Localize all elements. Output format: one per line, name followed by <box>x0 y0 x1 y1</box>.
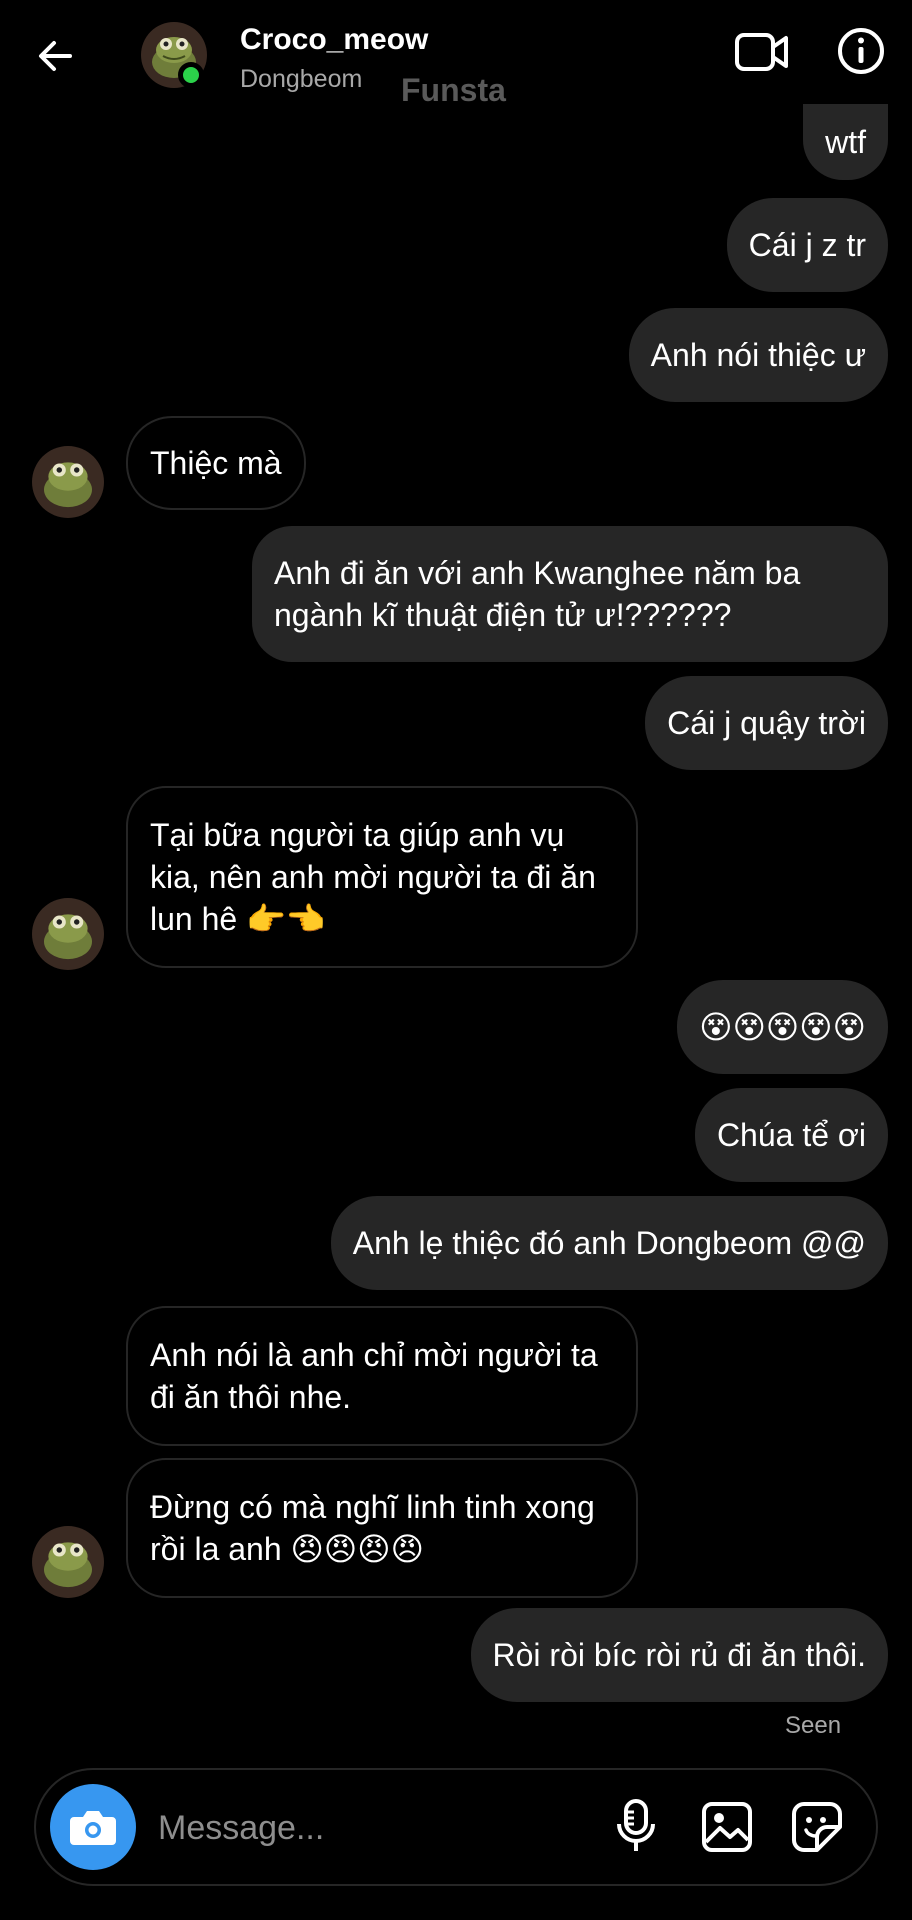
message-bubble-sent[interactable]: Cái j z tr <box>726 198 888 292</box>
message-bubble-received[interactable]: Đừng có mà nghĩ linh tinh xong rồi la an… <box>126 1458 638 1598</box>
contact-avatar-small[interactable] <box>32 1526 104 1598</box>
message-bubble-sent[interactable]: Ròi ròi bíc ròi rủ đi ăn thôi. <box>470 1608 888 1702</box>
account-label: Funsta <box>401 72 506 108</box>
camera-button[interactable] <box>50 1784 136 1870</box>
message-bubble-sent[interactable]: 😵😵😵😵😵 <box>677 980 888 1074</box>
message-bubble-received[interactable]: Thiệc mà <box>126 416 306 510</box>
message-bubble-sent[interactable]: Anh nói thiệc ư <box>628 308 888 402</box>
gallery-icon[interactable] <box>700 1800 754 1854</box>
message-bubble-received[interactable]: Anh nói là anh chỉ mời người ta đi ăn th… <box>126 1306 638 1446</box>
seen-status: Seen <box>785 1712 842 1739</box>
message-bubble-sent[interactable]: Anh lẹ thiệc đó anh Dongbeom @@ <box>330 1196 888 1290</box>
message-bubble-received[interactable]: Tại bữa người ta giúp anh vụ kia, nên an… <box>126 786 638 968</box>
message-bubble-sent[interactable]: Chúa tể ơi <box>694 1088 888 1182</box>
camera-icon <box>70 1811 116 1845</box>
video-call-icon[interactable] <box>734 26 790 78</box>
message-input[interactable] <box>158 1800 598 1856</box>
online-status-dot <box>178 62 204 88</box>
contact-subtitle[interactable]: Dongbeom <box>240 64 362 94</box>
message-bubble-sent[interactable]: wtf <box>803 104 888 180</box>
message-bubble-sent[interactable]: Anh đi ăn với anh Kwanghee năm ba ngành … <box>252 526 888 662</box>
contact-avatar-small[interactable] <box>32 898 104 970</box>
back-arrow-icon[interactable] <box>34 34 78 78</box>
info-icon[interactable] <box>836 26 886 76</box>
sticker-icon[interactable] <box>790 1800 844 1854</box>
microphone-icon[interactable] <box>614 1798 658 1854</box>
message-bubble-sent[interactable]: Cái j quậy trời <box>645 676 888 770</box>
contact-name[interactable]: Croco_meow <box>240 22 428 58</box>
contact-avatar-small[interactable] <box>32 446 104 518</box>
